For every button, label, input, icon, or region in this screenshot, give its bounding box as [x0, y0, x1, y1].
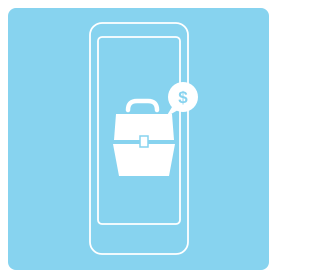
dollar-sign-icon: $: [178, 88, 188, 107]
briefcase-icon: [113, 98, 175, 176]
phone-payment-illustration: $: [89, 22, 198, 255]
